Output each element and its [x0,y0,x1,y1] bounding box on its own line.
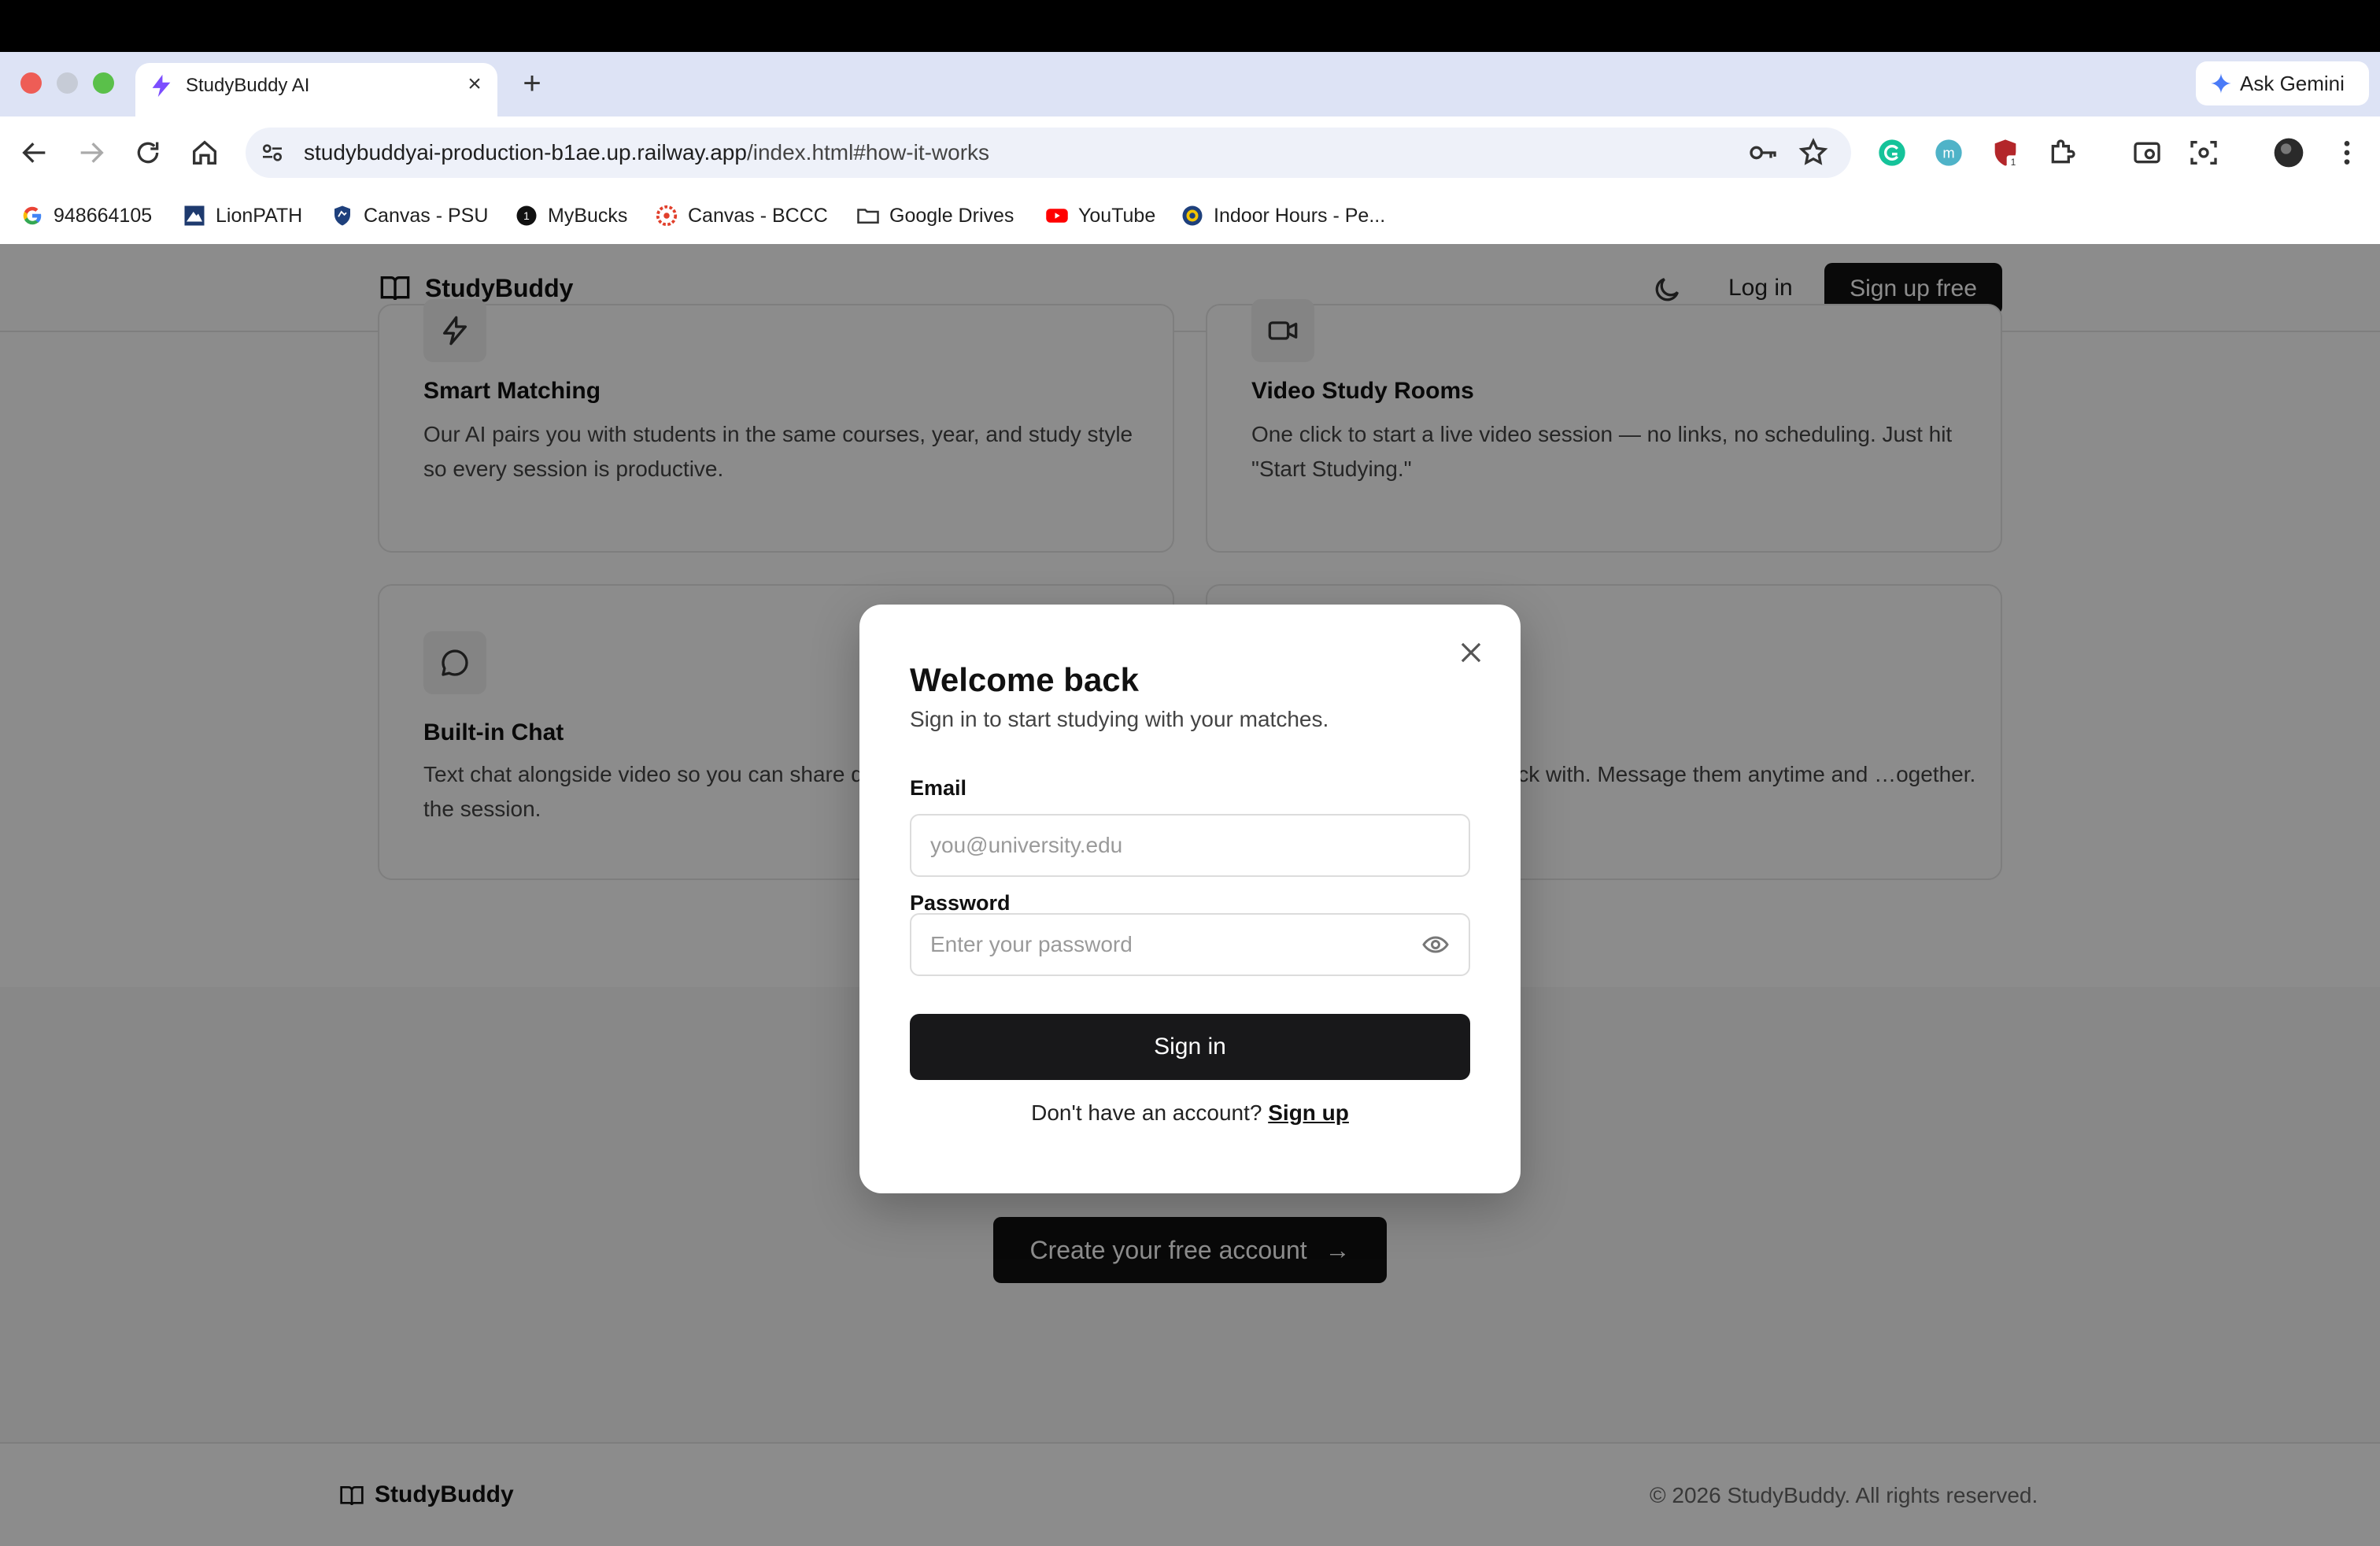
tab-title: StudyBuddy AI [186,75,310,96]
password-field[interactable] [910,913,1470,976]
svg-text:1: 1 [523,210,530,222]
web-page: StudyBuddy Log in Sign up free Smart Mat… [0,244,2380,1546]
google-icon [23,206,42,225]
bookmark-item[interactable]: Canvas - BCCC [655,200,828,231]
url-text[interactable]: studybuddyai-production-b1ae.up.railway.… [304,128,989,178]
bookmark-label: YouTube [1078,204,1156,227]
back-arrow-icon[interactable] [19,137,50,168]
studybuddy-favicon-icon [152,74,171,98]
signin-modal: Welcome back Sign in to start studying w… [859,605,1521,1193]
tab-search-icon[interactable] [2131,137,2163,168]
bookmark-item[interactable]: Google Drives [856,200,1014,231]
bookmark-label: Google Drives [889,204,1014,227]
signin-button[interactable]: Sign in [910,1014,1470,1080]
forward-arrow-icon[interactable] [76,137,107,168]
bookmark-label: MyBucks [548,204,628,227]
eye-icon[interactable] [1421,930,1450,959]
bookmark-star-icon[interactable] [1798,137,1829,168]
indoor-hours-icon [1182,205,1203,226]
bookmark-label: Canvas - BCCC [688,204,828,227]
extension-badge: 1 [2011,157,2016,168]
canvas-icon [656,205,678,227]
site-info-icon[interactable] [260,140,285,165]
profile-avatar-icon[interactable] [2273,137,2304,168]
window-zoom-button[interactable] [93,72,114,94]
bookmark-item[interactable]: YouTube [1045,200,1155,231]
mybucks-icon: 1 [516,205,537,226]
url-host: studybuddyai-production-b1ae.up.railway.… [304,140,747,165]
bookmark-label: Indoor Hours - Pe... [1214,204,1386,227]
bookmark-item[interactable]: 948664105 [20,200,152,231]
svg-text:m: m [1942,145,1954,161]
lionpath-icon [184,205,205,226]
window-minimize-button[interactable] [57,72,78,94]
password-key-icon[interactable] [1747,137,1779,168]
gemini-sparkle-icon [2211,73,2231,94]
reload-icon[interactable] [132,137,164,168]
system-top-bar [0,0,2380,52]
signup-prompt: Don't have an account? [1031,1100,1262,1125]
modal-title: Welcome back [910,661,1140,698]
signup-link[interactable]: Sign up [1268,1100,1349,1125]
shield-extension-icon[interactable]: 1 [1990,137,2021,168]
more-menu-icon[interactable] [2331,137,2363,168]
ask-gemini-label: Ask Gemini [2240,72,2345,95]
bookmark-item[interactable]: 1 MyBucks [515,200,627,231]
home-icon[interactable] [189,137,220,168]
m-extension-icon[interactable]: m [1933,137,1964,168]
grammarly-extension-icon[interactable] [1876,137,1908,168]
screenshot-icon[interactable] [2188,137,2219,168]
tab-close-icon[interactable]: × [461,71,488,98]
close-icon[interactable] [1456,638,1486,668]
bookmark-label: LionPATH [216,204,303,227]
youtube-icon [1046,209,1068,223]
email-label: Email [910,776,967,800]
signup-prompt-row: Don't have an account? Sign up [859,1100,1521,1126]
url-path: /index.html#how-it-works [746,140,990,165]
extensions-puzzle-icon[interactable] [2046,137,2078,168]
bookmark-item[interactable]: LionPATH [183,200,302,231]
bookmark-item[interactable]: Canvas - PSU [331,200,488,231]
folder-icon [857,209,879,224]
bookmark-item[interactable]: Indoor Hours - Pe... [1181,200,1385,231]
email-field[interactable] [910,814,1470,877]
bookmark-label: Canvas - PSU [364,204,489,227]
password-label: Password [910,891,1011,915]
window-close-button[interactable] [20,72,42,94]
modal-subtitle: Sign in to start studying with your matc… [910,707,1329,731]
new-tab-button[interactable]: + [516,68,548,99]
psu-shield-icon [334,205,350,226]
bookmark-label: 948664105 [54,204,153,227]
ask-gemini-button[interactable]: Ask Gemini [2196,61,2369,105]
